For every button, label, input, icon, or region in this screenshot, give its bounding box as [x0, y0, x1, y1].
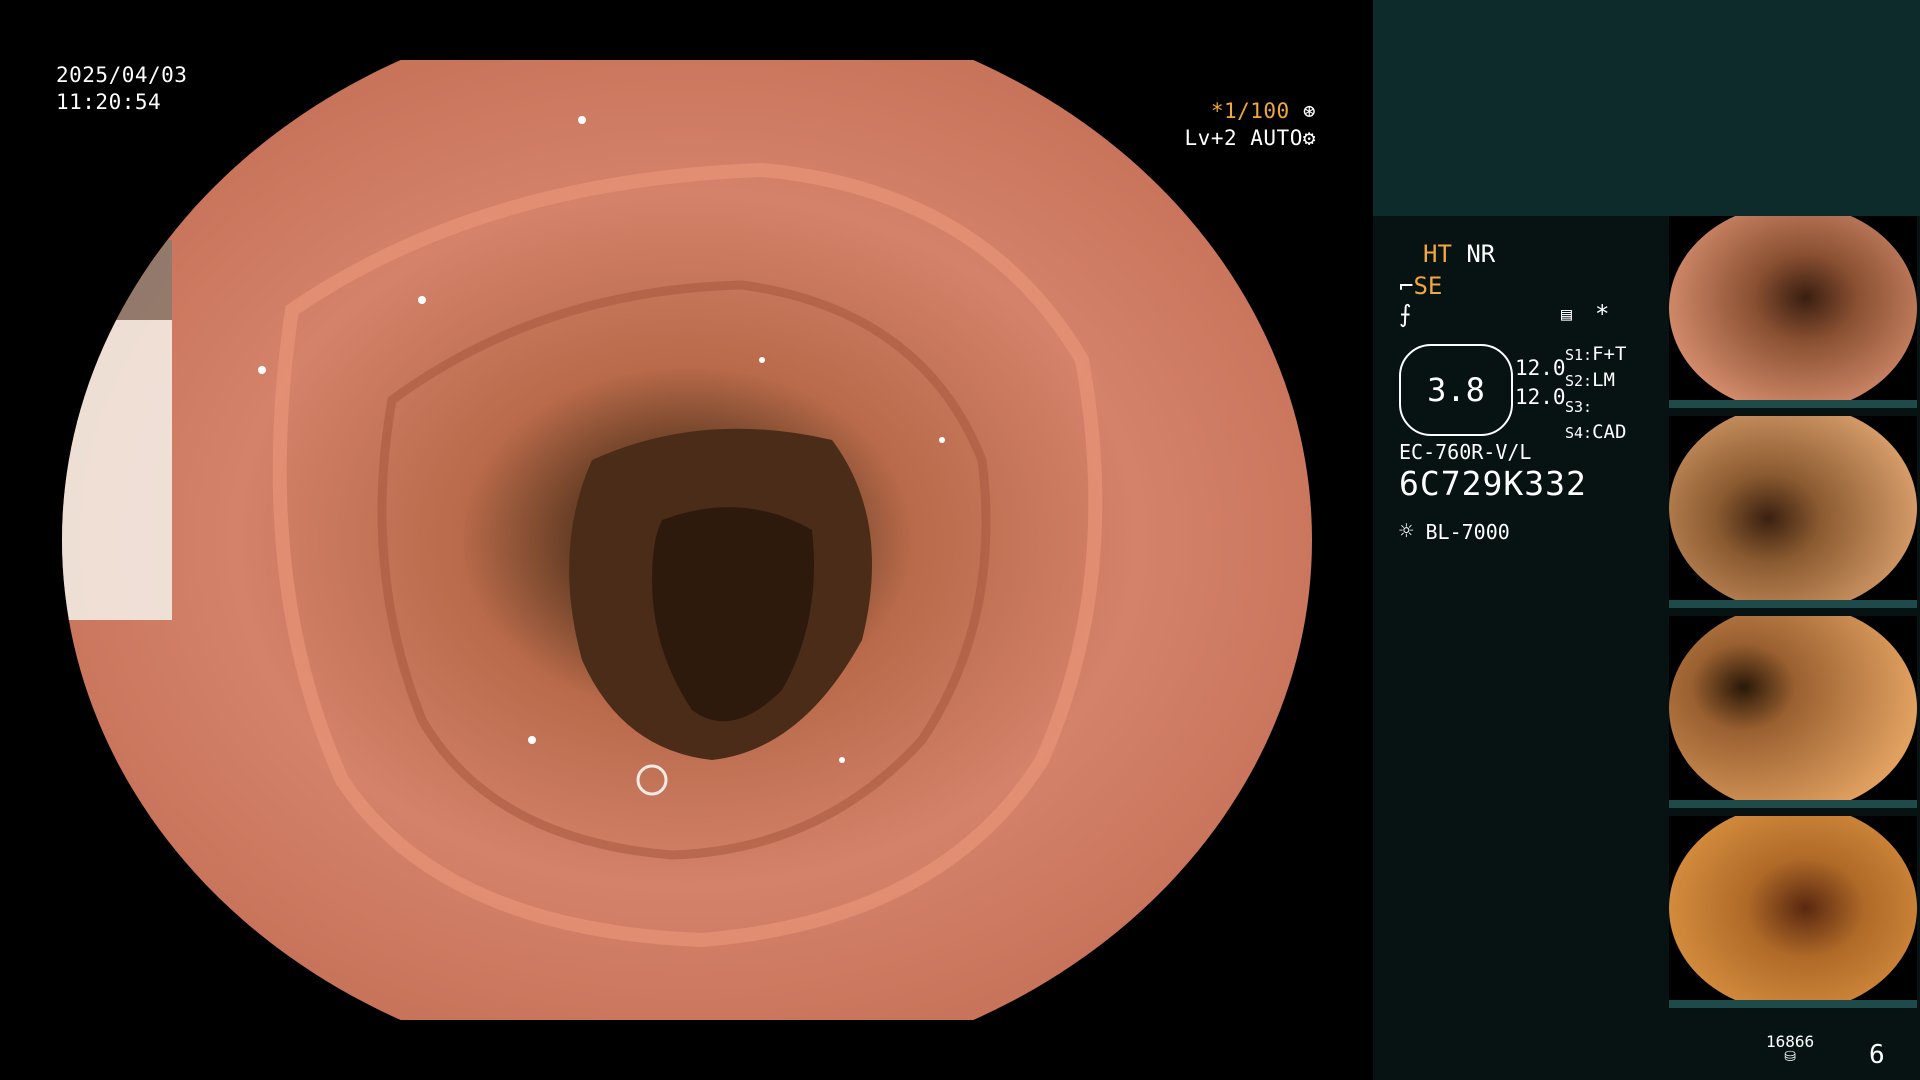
capture-thumbnails	[1669, 216, 1920, 1016]
thumbnail-4[interactable]	[1669, 816, 1917, 1008]
value-1: 12.0	[1515, 356, 1566, 380]
scope-serial: 6C729K332	[1399, 464, 1587, 503]
time-text: 11:20:54	[56, 90, 162, 114]
side-panel: HT NR ⌐SE ⨍ ▤ * 3.8 12.0 12.0 S1:F+T S2:…	[1373, 0, 1920, 1080]
auto-mode: AUTO	[1250, 126, 1303, 150]
image-count: 6	[1869, 1040, 1885, 1070]
se-label: SE	[1413, 272, 1443, 300]
storage-icon: ⛁	[1784, 1049, 1796, 1065]
switch-s2: S2:LM	[1565, 369, 1615, 391]
thumbnail-3[interactable]	[1669, 616, 1917, 808]
storage-indicator: 16866 ⛁	[1766, 1032, 1814, 1065]
aperture-icon: ⊛	[1302, 99, 1316, 123]
scope-model: EC-760R-V/L	[1399, 440, 1532, 464]
value-column: 12.0 12.0	[1515, 354, 1566, 412]
switch-list: S1:F+T S2:LM S3: S4:CAD	[1565, 342, 1626, 446]
endoscopic-image	[62, 60, 1312, 1020]
gear-icon: ⚙	[1302, 126, 1316, 150]
panel-header	[1373, 0, 1920, 216]
endoscope-main-view: 2025/04/03 11:20:54 *1/100 ⊛ Lv+2 AUTO⚙	[0, 0, 1372, 1080]
settings-info: HT NR ⌐SE ⨍ ▤ * 3.8 12.0 12.0 S1:F+T S2:…	[1399, 240, 1689, 545]
value-2: 12.0	[1515, 385, 1566, 409]
star-indicator: *	[1595, 300, 1610, 328]
switch-s3: S3:	[1565, 398, 1593, 416]
nr-label: NR	[1466, 240, 1496, 268]
zoom-indicator: 3.8	[1399, 344, 1513, 436]
brightness-level: Lv+2	[1184, 126, 1238, 150]
scope-icon: ⌐	[1399, 272, 1414, 300]
date-text: 2025/04/03	[56, 63, 188, 87]
thumbnail-bar	[1669, 800, 1917, 808]
exposure-overlay: *1/100 ⊛ Lv+2 AUTO⚙	[1185, 98, 1316, 152]
thumbnail-1[interactable]	[1669, 216, 1917, 408]
datetime-overlay: 2025/04/03 11:20:54	[56, 62, 187, 116]
light-source: BL-7000	[1425, 520, 1510, 544]
lamp-icon: ☼	[1399, 517, 1414, 545]
switch-s1: S1:F+T	[1565, 343, 1627, 365]
switch-s4: S4:CAD	[1565, 421, 1627, 443]
ht-label: HT	[1423, 240, 1452, 268]
thumbnail-bar	[1669, 400, 1917, 408]
thumbnail-bar	[1669, 1000, 1917, 1008]
menu-icon: ▤	[1561, 304, 1572, 325]
signal-icon: ⨍	[1399, 300, 1412, 328]
thumbnail-2[interactable]	[1669, 416, 1917, 608]
thumbnail-bar	[1669, 600, 1917, 608]
shutter-speed: *1/100	[1210, 99, 1290, 123]
